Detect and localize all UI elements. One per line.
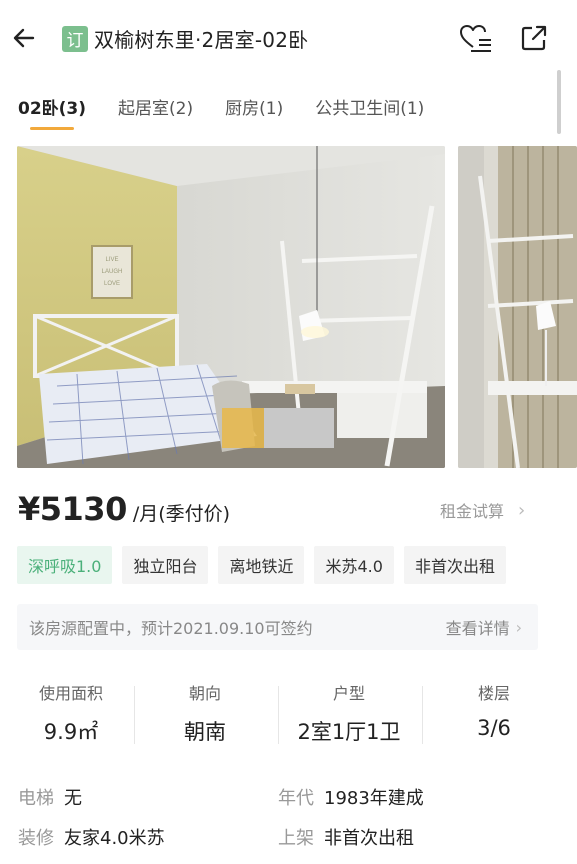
stat-value: 朝南 bbox=[184, 720, 226, 744]
sign-text-2: LAUGH bbox=[102, 269, 123, 275]
price-row: ¥5130 /月(季付价) bbox=[18, 490, 230, 528]
stat-value: 3/6 bbox=[477, 716, 511, 740]
share-button[interactable] bbox=[514, 20, 554, 56]
tag-balcony: 独立阳台 bbox=[122, 546, 209, 584]
scrollbar[interactable] bbox=[557, 70, 561, 134]
favorite-compare-icon bbox=[460, 25, 491, 52]
top-bar: 订 双榆树东里·2居室-02卧 bbox=[0, 0, 577, 80]
detail-decoration: 装修 友家4.0米苏 bbox=[18, 824, 165, 850]
tag-not-first-rental: 非首次出租 bbox=[403, 546, 506, 584]
favorite-button[interactable] bbox=[456, 20, 496, 56]
detail-elevator: 电梯 无 bbox=[18, 784, 82, 810]
detail-key: 装修 bbox=[18, 828, 54, 849]
rent-calculator-link[interactable]: 租金试算 › bbox=[440, 498, 525, 522]
detail-key: 上架 bbox=[278, 828, 314, 849]
stat-area: 使用面积 9.9㎡ bbox=[0, 680, 142, 746]
feature-tags: 深呼吸1.0 独立阳台 离地铁近 米苏4.0 非首次出租 bbox=[17, 546, 516, 584]
tab-kitchen[interactable]: 厨房(1) bbox=[225, 96, 283, 132]
page-title: 双榆树东里·2居室-02卧 bbox=[94, 28, 309, 52]
share-icon bbox=[521, 25, 547, 51]
detail-value: 友家4.0米苏 bbox=[64, 828, 165, 849]
stat-layout: 户型 2室1厅1卫 bbox=[278, 680, 420, 746]
price-unit: /月(季付价) bbox=[132, 503, 231, 525]
detail-value: 1983年建成 bbox=[324, 788, 424, 809]
bedroom-photo-illustration: LIVE LAUGH LOVE bbox=[17, 146, 445, 468]
stat-label: 户型 bbox=[332, 684, 365, 703]
detail-year: 年代 1983年建成 bbox=[278, 784, 424, 810]
tab-bathroom[interactable]: 公共卫生间(1) bbox=[315, 96, 424, 132]
detail-key: 电梯 bbox=[18, 788, 54, 809]
room-photo-next[interactable] bbox=[458, 146, 577, 468]
room-photo[interactable]: LIVE LAUGH LOVE bbox=[17, 146, 445, 468]
stat-label: 楼层 bbox=[477, 684, 510, 703]
chevron-right-icon: › bbox=[515, 617, 522, 637]
detail-key: 年代 bbox=[278, 788, 314, 809]
price-amount: ¥5130 bbox=[18, 490, 127, 528]
rent-calc-label: 租金试算 bbox=[440, 502, 505, 521]
tag-style: 米苏4.0 bbox=[314, 546, 394, 584]
notice-text: 该房源配置中，预计2021.09.10可签约 bbox=[29, 619, 313, 638]
stat-value: 2室1厅1卫 bbox=[297, 720, 401, 744]
next-photo-illustration bbox=[458, 146, 577, 468]
view-details-link[interactable]: 查看详情 › bbox=[446, 615, 522, 639]
back-arrow-icon bbox=[13, 28, 35, 48]
detail-value: 非首次出租 bbox=[324, 828, 414, 849]
tag-deep-breath: 深呼吸1.0 bbox=[17, 546, 113, 584]
tab-bedroom-02[interactable]: 02卧(3) bbox=[18, 96, 86, 132]
back-button[interactable] bbox=[8, 22, 40, 54]
stat-value: 9.9㎡ bbox=[43, 720, 99, 744]
availability-notice: 该房源配置中，预计2021.09.10可签约 查看详情 › bbox=[17, 604, 538, 650]
sign-text-1: LIVE bbox=[105, 257, 118, 263]
tag-near-subway: 离地铁近 bbox=[218, 546, 305, 584]
stat-orientation: 朝向 朝南 bbox=[134, 680, 276, 746]
stat-floor: 楼层 3/6 bbox=[422, 680, 566, 740]
reserved-badge: 订 bbox=[62, 25, 88, 52]
detail-listing: 上架 非首次出租 bbox=[278, 824, 414, 850]
room-tabs: 02卧(3) 起居室(2) 厨房(1) 公共卫生间(1) bbox=[18, 96, 456, 136]
view-details-label: 查看详情 bbox=[445, 619, 510, 638]
room-stats: 使用面积 9.9㎡ 朝向 朝南 户型 2室1厅1卫 楼层 3/6 bbox=[0, 680, 577, 750]
stat-label: 朝向 bbox=[188, 684, 221, 703]
detail-value: 无 bbox=[64, 788, 82, 809]
chevron-right-icon: › bbox=[518, 499, 526, 521]
title-group: 订 双榆树东里·2居室-02卧 bbox=[62, 24, 308, 53]
stat-label: 使用面积 bbox=[38, 684, 103, 703]
sign-text-3: LOVE bbox=[104, 281, 120, 287]
tab-living-room[interactable]: 起居室(2) bbox=[118, 96, 193, 132]
